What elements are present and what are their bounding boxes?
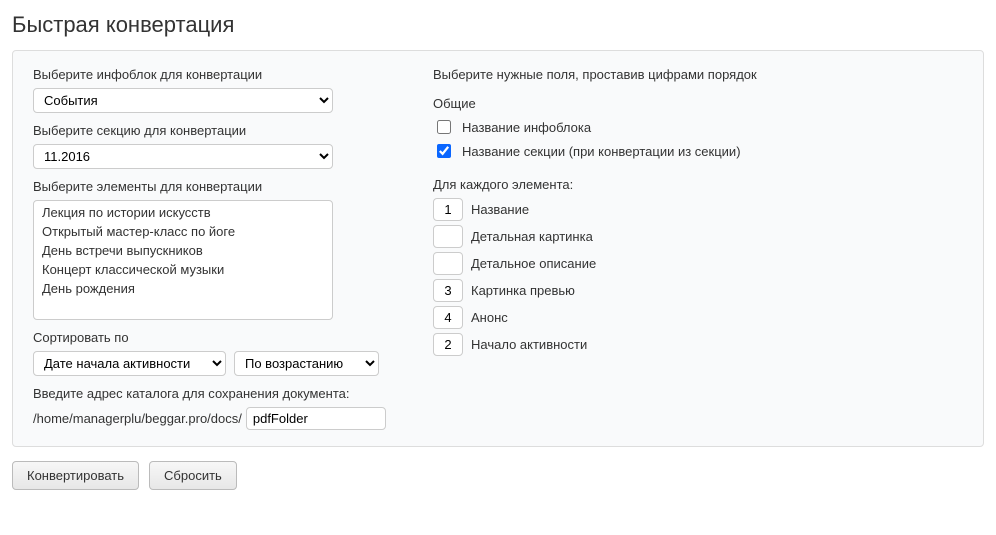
per-element-row: Начало активности xyxy=(433,333,963,356)
button-bar: Конвертировать Сбросить xyxy=(12,461,984,490)
common-field-row: Название инфоблока xyxy=(433,117,963,137)
per-element-row: Название xyxy=(433,198,963,221)
order-input[interactable] xyxy=(433,225,463,248)
path-label: Введите адрес каталога для сохранения до… xyxy=(33,386,393,401)
per-element-row: Анонс xyxy=(433,306,963,329)
section-label: Выберите секцию для конвертации xyxy=(33,123,393,138)
sort-direction-select[interactable]: По возрастанию xyxy=(234,351,379,376)
left-column: Выберите инфоблок для конвертации Событи… xyxy=(33,67,393,430)
checkbox-infoblock-name[interactable] xyxy=(437,120,451,134)
folder-input[interactable] xyxy=(246,407,386,430)
per-element-row: Детальное описание xyxy=(433,252,963,275)
list-item[interactable]: День рождения xyxy=(34,279,332,298)
section-select[interactable]: 11.2016 xyxy=(33,144,333,169)
convert-button[interactable]: Конвертировать xyxy=(12,461,139,490)
list-item[interactable]: Лекция по истории искусств xyxy=(34,203,332,222)
right-column: Выберите нужные поля, проставив цифрами … xyxy=(433,67,963,430)
field-label: Название xyxy=(471,202,529,217)
order-input[interactable] xyxy=(433,252,463,275)
field-label: Анонс xyxy=(471,310,508,325)
common-group-title: Общие xyxy=(433,96,963,111)
order-input[interactable] xyxy=(433,198,463,221)
list-item[interactable]: День встречи выпускников xyxy=(34,241,332,260)
field-label: Детальная картинка xyxy=(471,229,593,244)
per-element-row: Картинка превью xyxy=(433,279,963,302)
field-label: Начало активности xyxy=(471,337,587,352)
sort-label: Сортировать по xyxy=(33,330,393,345)
infoblock-select[interactable]: События xyxy=(33,88,333,113)
reset-button[interactable]: Сбросить xyxy=(149,461,237,490)
common-field-row: Название секции (при конвертации из секц… xyxy=(433,141,963,161)
sort-field-select[interactable]: Дате начала активности xyxy=(33,351,226,376)
infoblock-label: Выберите инфоблок для конвертации xyxy=(33,67,393,82)
order-input[interactable] xyxy=(433,279,463,302)
path-prefix: /home/managerplu/beggar.pro/docs/ xyxy=(33,411,242,426)
per-element-row: Детальная картинка xyxy=(433,225,963,248)
order-input[interactable] xyxy=(433,306,463,329)
main-panel: Выберите инфоблок для конвертации Событи… xyxy=(12,50,984,447)
order-input[interactable] xyxy=(433,333,463,356)
field-label: Детальное описание xyxy=(471,256,596,271)
page-title: Быстрая конвертация xyxy=(12,12,984,38)
checkbox-section-name[interactable] xyxy=(437,144,451,158)
per-element-group-title: Для каждого элемента: xyxy=(433,177,963,192)
elements-label: Выберите элементы для конвертации xyxy=(33,179,393,194)
list-item[interactable]: Концерт классической музыки xyxy=(34,260,332,279)
list-item[interactable]: Открытый мастер-класс по йоге xyxy=(34,222,332,241)
field-label: Название секции (при конвертации из секц… xyxy=(462,144,741,159)
field-label: Название инфоблока xyxy=(462,120,591,135)
field-label: Картинка превью xyxy=(471,283,575,298)
fields-instruction: Выберите нужные поля, проставив цифрами … xyxy=(433,67,963,82)
elements-multiselect[interactable]: Лекция по истории искусств Открытый маст… xyxy=(33,200,333,320)
